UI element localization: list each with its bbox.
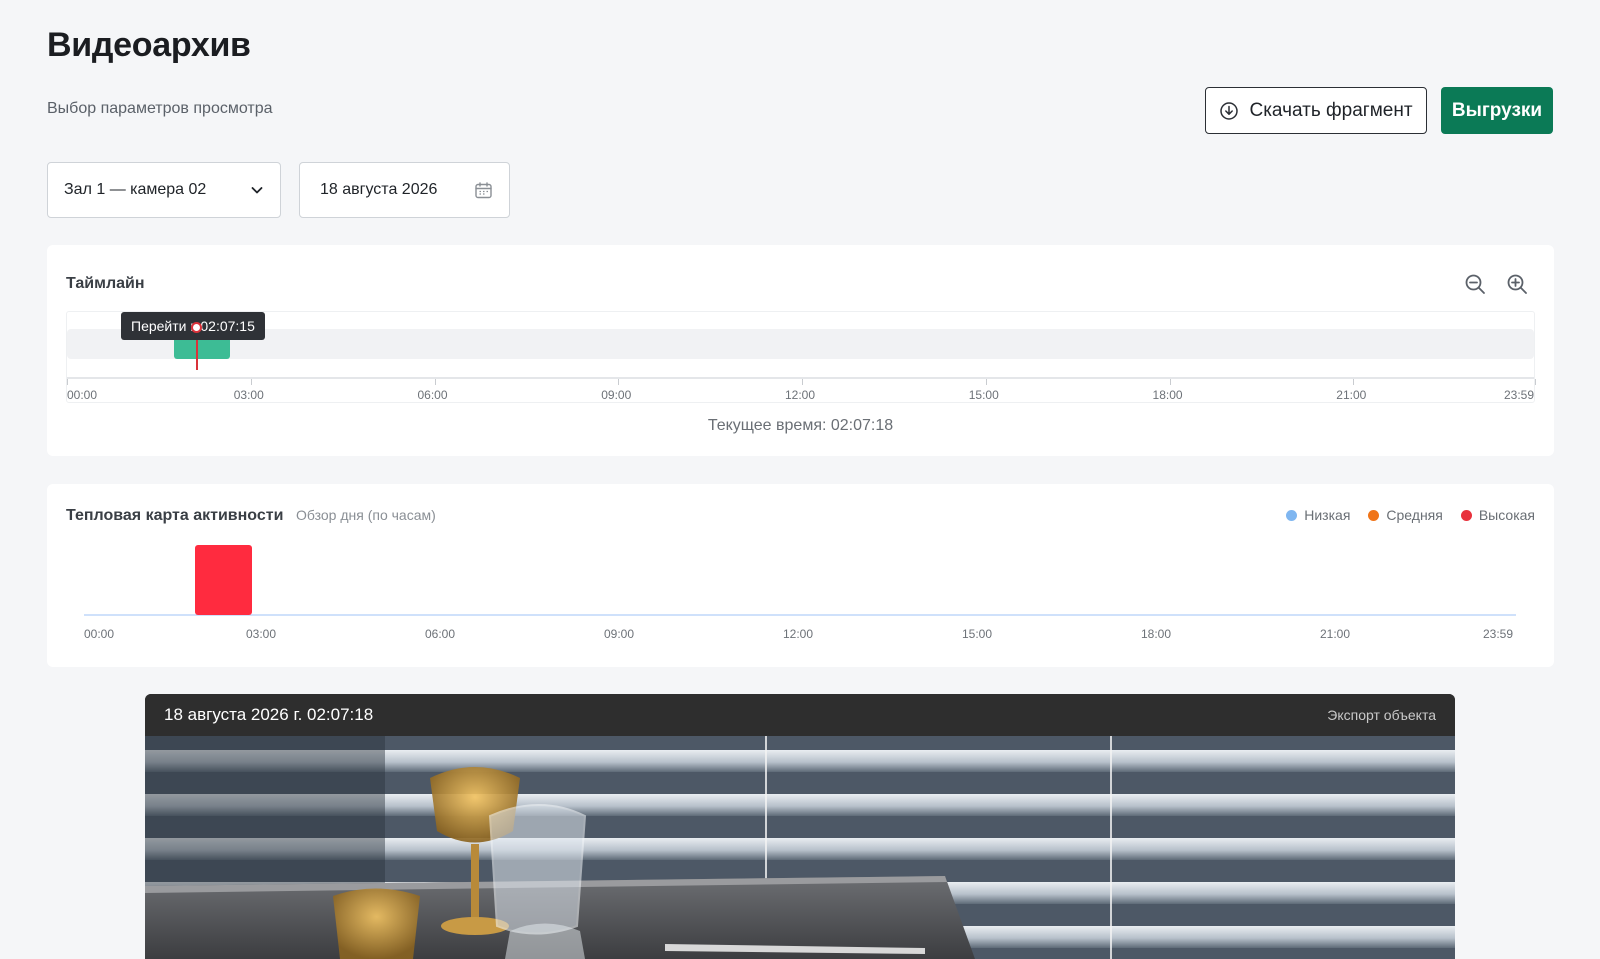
legend-label: Низкая — [1304, 507, 1351, 523]
zoom-out-icon[interactable] — [1463, 272, 1487, 296]
date-picker-value: 18 августа 2026 — [320, 181, 438, 198]
heatmap-legend: Низкая Средняя Высокая — [1286, 507, 1535, 523]
timeline-tick — [250, 379, 252, 385]
player-header: 18 августа 2026 г. 02:07:18 Экспорт объе… — [145, 694, 1455, 736]
legend-item: Средняя — [1368, 507, 1443, 523]
timeline-tick — [1169, 379, 1171, 385]
timeline-scrubber[interactable]: 00:00 03:00 06:00 09:00 12:00 15:00 18:00 21:00… — [66, 311, 1536, 403]
calendar-icon — [475, 181, 492, 198]
zoom-in-icon[interactable] — [1505, 272, 1529, 296]
camera-select[interactable]: Зал 1 — камера 02 — [47, 162, 281, 218]
video-frame[interactable] — [145, 736, 1455, 959]
legend-item: Высокая — [1460, 507, 1535, 523]
page-subtitle: Выбор параметров просмотра — [47, 100, 273, 117]
camera-select-value: Зал 1 — камера 02 — [64, 181, 207, 198]
heatmap-tick-label: 23:59 — [1483, 627, 1514, 641]
export-object-link[interactable]: Экспорт объекта — [1327, 707, 1436, 723]
heatmap-tick-label: 12:00 — [783, 627, 814, 641]
legend-label: Средняя — [1386, 507, 1443, 523]
timeline-tick — [985, 379, 987, 385]
timeline-card: Таймлайн 00:00 03:00 06:00 09:00 12:00 15:00 1… — [47, 245, 1554, 456]
heatmap-tick-label: 18:00 — [1141, 627, 1172, 641]
legend-dot-icon — [1460, 509, 1472, 521]
heatmap-subtitle: Обзор дня (по часам) — [296, 507, 436, 523]
timeline-tick — [618, 379, 620, 385]
legend-dot-icon — [1368, 509, 1380, 521]
timeline-tick — [1535, 379, 1536, 385]
timeline-tick-label: 15:00 — [968, 388, 999, 402]
date-picker[interactable]: 18 августа 2026 — [299, 162, 510, 218]
heatmap-tick-label: 06:00 — [425, 627, 456, 641]
chevron-down-icon — [251, 187, 263, 194]
timeline-tick — [67, 379, 68, 385]
video-player: 18 августа 2026 г. 02:07:18 Экспорт объе… — [145, 694, 1455, 959]
legend-item: Низкая — [1286, 507, 1350, 523]
heatmap-title: Тепловая карта активности — [66, 507, 284, 524]
page-title: Видеоархив — [47, 26, 251, 64]
heatmap-tick-label: 21:00 — [1320, 627, 1351, 641]
download-fragment-label: Скачать фрагмент — [1249, 99, 1413, 121]
heatmap-tick-label: 09:00 — [604, 627, 635, 641]
timeline-tick-label: 00:00 — [67, 388, 98, 402]
timeline-tick-label: 23:59 — [1503, 388, 1534, 402]
timeline-tick-label: 18:00 — [1152, 388, 1183, 402]
download-icon — [1220, 101, 1239, 120]
timeline-tick — [1353, 379, 1355, 385]
timeline-tick-label: 03:00 — [233, 388, 264, 402]
timeline-tick-label: 09:00 — [601, 388, 632, 402]
player-timestamp: 18 августа 2026 г. 02:07:18 — [164, 705, 374, 724]
timeline-track[interactable] — [67, 329, 1534, 359]
heatmap-baseline — [84, 614, 1516, 616]
legend-label: Высокая — [1478, 507, 1535, 523]
legend-dot-icon — [1286, 509, 1298, 521]
heatmap-tick-label: 00:00 — [84, 627, 115, 641]
timeline-tick — [802, 379, 803, 385]
heatmap-card: Тепловая карта активности Обзор дня (по … — [47, 484, 1554, 667]
timeline-title: Таймлайн — [66, 275, 145, 292]
download-fragment-button[interactable]: Скачать фрагмент — [1205, 87, 1427, 134]
video-still — [145, 736, 1455, 959]
timeline-tick — [434, 379, 436, 385]
timeline-tick-label: 21:00 — [1336, 388, 1367, 402]
current-time: Текущее время: 02:07:18 — [707, 417, 894, 434]
timeline-axis — [67, 377, 1534, 379]
timeline-tick-label: 12:00 — [785, 388, 816, 402]
heatmap-tick-label: 03:00 — [246, 627, 277, 641]
timeline-tick-label: 06:00 — [417, 388, 448, 402]
heatmap-tick-label: 15:00 — [962, 627, 993, 641]
heatmap-bar[interactable] — [195, 545, 252, 615]
exports-button[interactable]: Выгрузки — [1441, 87, 1553, 134]
